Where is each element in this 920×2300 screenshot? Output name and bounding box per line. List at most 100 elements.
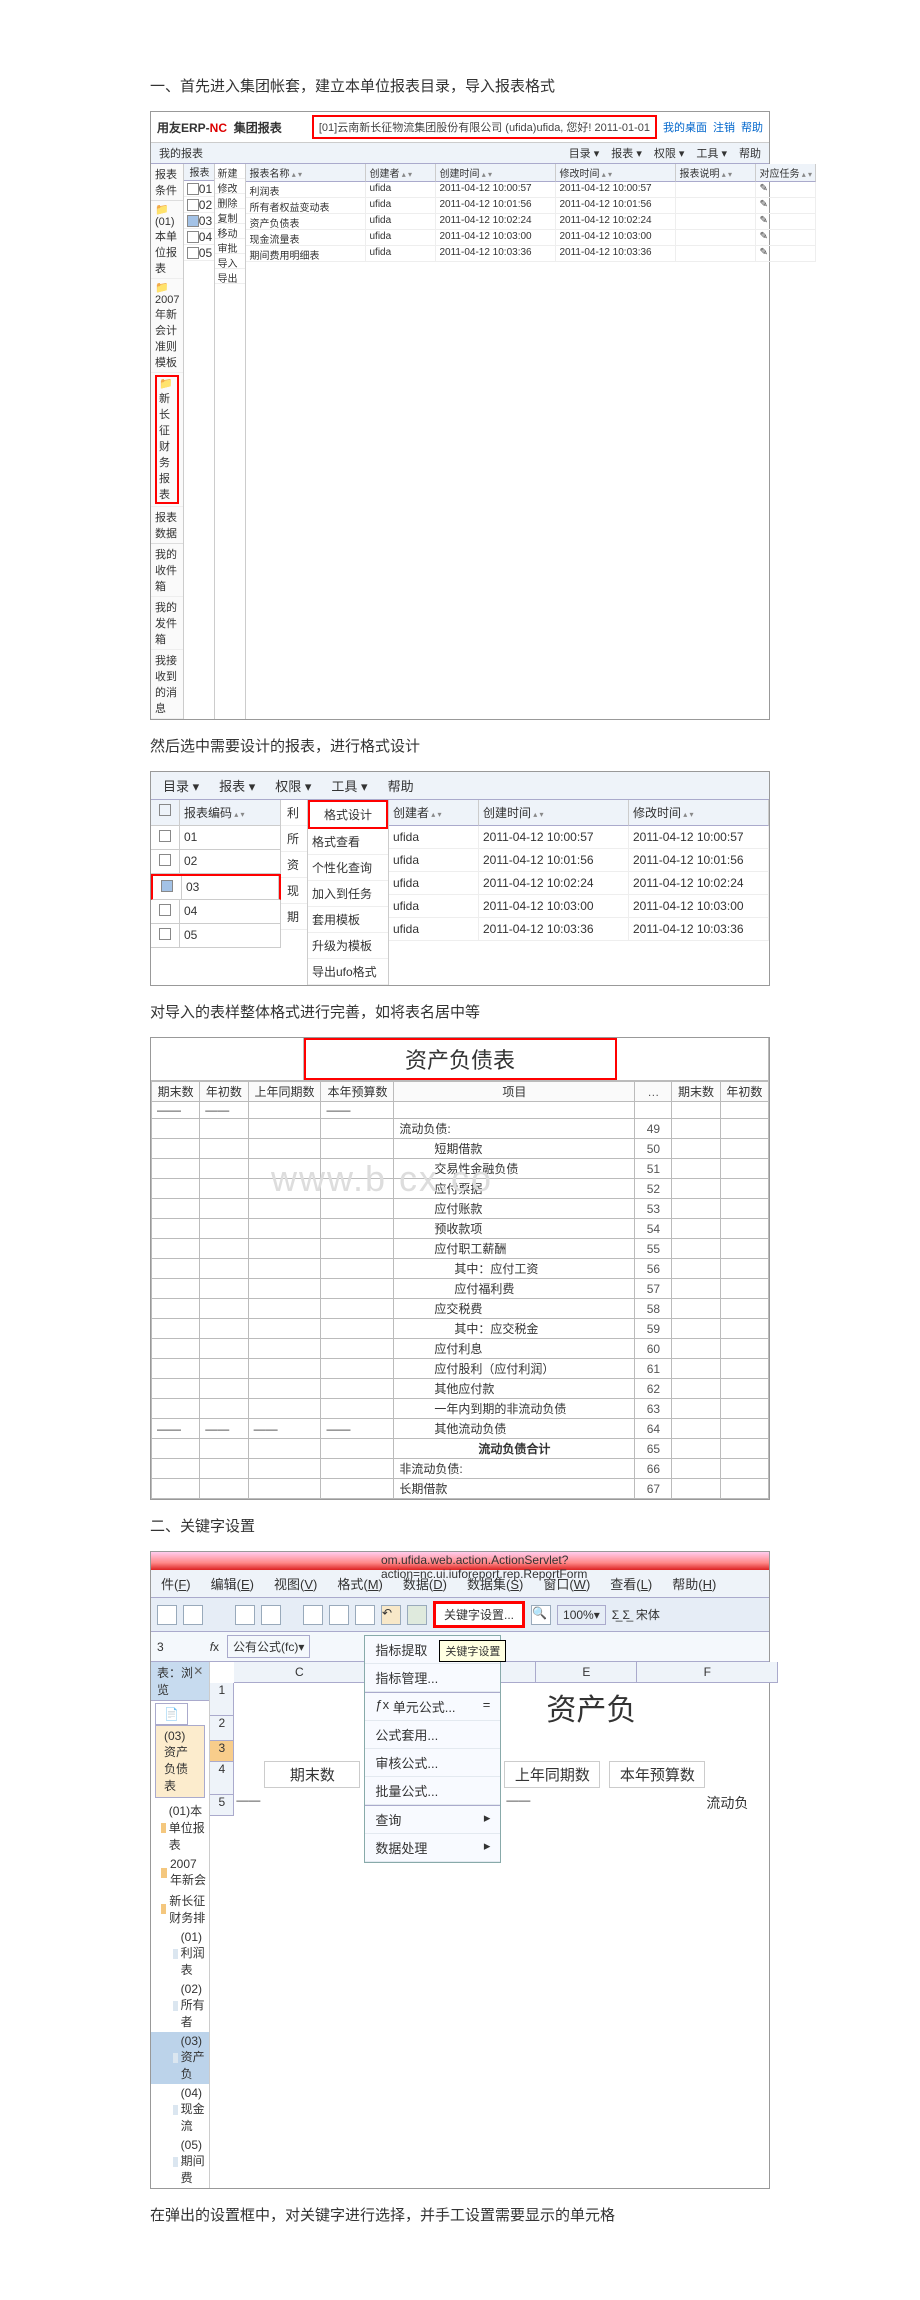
menu-copy[interactable]: 复制 <box>215 209 245 224</box>
col-E[interactable]: E <box>536 1662 637 1682</box>
rowhdr[interactable]: 2 <box>210 1716 234 1741</box>
sidebar-item-highlighted[interactable]: 📁 新长征财务报表 <box>151 373 183 507</box>
checkbox-header[interactable] <box>151 800 180 825</box>
font-select[interactable]: 宋体 <box>636 1606 660 1623</box>
link-my-desktop[interactable]: 我的桌面 <box>663 119 707 135</box>
menu-item[interactable]: 视图(V) <box>274 1574 317 1593</box>
tree-item[interactable]: (02)所有者 <box>151 1980 209 2032</box>
tree-item[interactable]: (01)本单位报表 <box>151 1800 209 1855</box>
sidebar-item[interactable]: 我接收到的消息 <box>151 650 183 719</box>
tree-item[interactable]: (01)利润表 <box>151 1928 209 1980</box>
fx-icon[interactable]: fx <box>210 1640 219 1654</box>
col-C[interactable]: C <box>234 1662 365 1682</box>
menu-tool[interactable]: 工具 ▾ <box>696 145 727 161</box>
sidebar-item[interactable]: 我的发件箱 <box>151 597 183 650</box>
col-task[interactable]: 对应任务 <box>756 164 816 182</box>
tree-item[interactable]: (04)现金流 <box>151 2084 209 2136</box>
col-creator[interactable]: 创建者 <box>389 800 479 826</box>
menu-perm[interactable]: 权限 ▾ <box>654 145 685 161</box>
menu-report[interactable]: 报表 ▾ <box>611 145 642 161</box>
menu-item[interactable]: 数据处理▸ <box>365 1834 500 1862</box>
checkbox[interactable] <box>159 904 171 916</box>
col-name[interactable]: 报表名称 <box>246 164 366 182</box>
checkbox[interactable] <box>159 830 171 842</box>
find-icon[interactable]: 🔍 <box>531 1605 551 1625</box>
tree-item[interactable]: (03)资产负 <box>151 2032 209 2084</box>
menu-item[interactable]: 格式查看 <box>308 829 388 855</box>
menu-export[interactable]: 导出 <box>215 269 245 284</box>
menu-item[interactable]: 查询▸ <box>365 1806 500 1834</box>
rowhdr[interactable]: 5 <box>210 1795 234 1816</box>
code-cell[interactable]: 03 <box>182 876 279 899</box>
sigma-icon[interactable]: Σ̲ Σ̲ <box>612 1608 630 1622</box>
close-icon[interactable]: ✕ <box>193 1664 203 1698</box>
link-help[interactable]: 帮助 <box>741 119 763 135</box>
menu-approve[interactable]: 审批 <box>215 239 245 254</box>
col-desc[interactable]: 报表说明 <box>676 164 756 182</box>
col-mtime[interactable]: 修改时间 <box>556 164 676 182</box>
checkbox[interactable] <box>187 199 199 211</box>
zoom-select[interactable]: 100% ▾ <box>557 1605 606 1625</box>
menu-item[interactable]: 导出ufo格式 <box>308 959 388 985</box>
menu-dir[interactable]: 目录 ▾ <box>163 776 199 795</box>
code-header[interactable]: 报表编码 <box>180 800 281 825</box>
toolbar-icon[interactable] <box>157 1605 177 1625</box>
tree-item[interactable]: 新长征财务排 <box>151 1890 209 1928</box>
tree-item[interactable]: 2007年新会 <box>151 1855 209 1890</box>
toolbar-icon[interactable] <box>303 1605 323 1625</box>
link-logout[interactable]: 注销 <box>713 119 735 135</box>
col-mtime[interactable]: 修改时间 <box>629 800 769 826</box>
toolbar-icon[interactable] <box>183 1605 203 1625</box>
menu-dir[interactable]: 目录 ▾ <box>569 145 600 161</box>
checkbox[interactable] <box>159 928 171 940</box>
code-cell[interactable]: 02 <box>180 850 281 873</box>
toolbar-icon[interactable] <box>407 1605 427 1625</box>
checkbox-checked[interactable] <box>187 215 199 227</box>
code-cell[interactable]: 04 <box>180 900 281 923</box>
rowhdr[interactable]: 4 <box>210 1762 234 1795</box>
toolbar-icon[interactable] <box>235 1605 255 1625</box>
rowhdr-selected[interactable]: 3 <box>210 1741 234 1762</box>
tree-item[interactable]: (05)期间费 <box>151 2136 209 2188</box>
sheet-tab-icon[interactable]: 📄 <box>155 1703 188 1725</box>
menu-move[interactable]: 移动 <box>215 224 245 239</box>
menu-item[interactable]: 编辑(E) <box>211 1574 254 1593</box>
menu-item[interactable]: 公式套用... <box>365 1721 500 1749</box>
menu-item[interactable]: 件(F) <box>161 1574 191 1593</box>
menu-item[interactable]: 套用模板 <box>308 907 388 933</box>
code-cell[interactable]: 01 <box>180 826 281 849</box>
tab-label[interactable]: 表：浏览 <box>157 1664 193 1698</box>
menu-edit[interactable]: 修改 <box>215 179 245 194</box>
menu-report[interactable]: 报表 ▾ <box>219 776 255 795</box>
sidebar-item[interactable]: 📁 2007年新会计准则模板 <box>151 279 183 373</box>
checkbox[interactable] <box>187 183 199 195</box>
sheet-tab[interactable]: (03)资产负债表 <box>155 1725 205 1798</box>
toolbar-icon[interactable] <box>261 1605 281 1625</box>
col-creator[interactable]: 创建者 <box>366 164 436 182</box>
menu-item[interactable]: 批量公式... <box>365 1777 500 1805</box>
format-design-highlighted[interactable]: 格式设计 <box>308 800 388 829</box>
sidebar-item[interactable]: 📁 (01)本单位报表 <box>151 201 183 279</box>
undo-icon[interactable]: ↶ <box>381 1605 401 1625</box>
checkbox[interactable] <box>187 231 199 243</box>
formula-select[interactable]: 公有公式(fc) ▾ <box>227 1635 310 1658</box>
menu-tool[interactable]: 工具 ▾ <box>331 776 367 795</box>
toolbar-icon[interactable] <box>355 1605 375 1625</box>
col-ctime[interactable]: 创建时间 <box>436 164 556 182</box>
menu-delete[interactable]: 删除 <box>215 194 245 209</box>
menu-help[interactable]: 帮助 <box>388 776 414 795</box>
menu-item[interactable]: 个性化查询 <box>308 855 388 881</box>
menu-perm[interactable]: 权限 ▾ <box>275 776 311 795</box>
rowhdr[interactable]: 1 <box>210 1683 234 1716</box>
menu-item[interactable]: 审核公式... <box>365 1749 500 1777</box>
toolbar-icon[interactable] <box>329 1605 349 1625</box>
code-cell[interactable]: 05 <box>180 924 281 947</box>
col-F[interactable]: F <box>637 1662 778 1682</box>
menu-item[interactable]: 升级为模板 <box>308 933 388 959</box>
checkbox[interactable] <box>187 247 199 259</box>
menu-import[interactable]: 导入 <box>215 254 245 269</box>
checkbox-checked[interactable] <box>161 880 173 892</box>
menu-help[interactable]: 帮助 <box>739 145 761 161</box>
keyword-setting-highlighted[interactable]: 关键字设置... <box>433 1601 525 1628</box>
checkbox[interactable] <box>159 854 171 866</box>
